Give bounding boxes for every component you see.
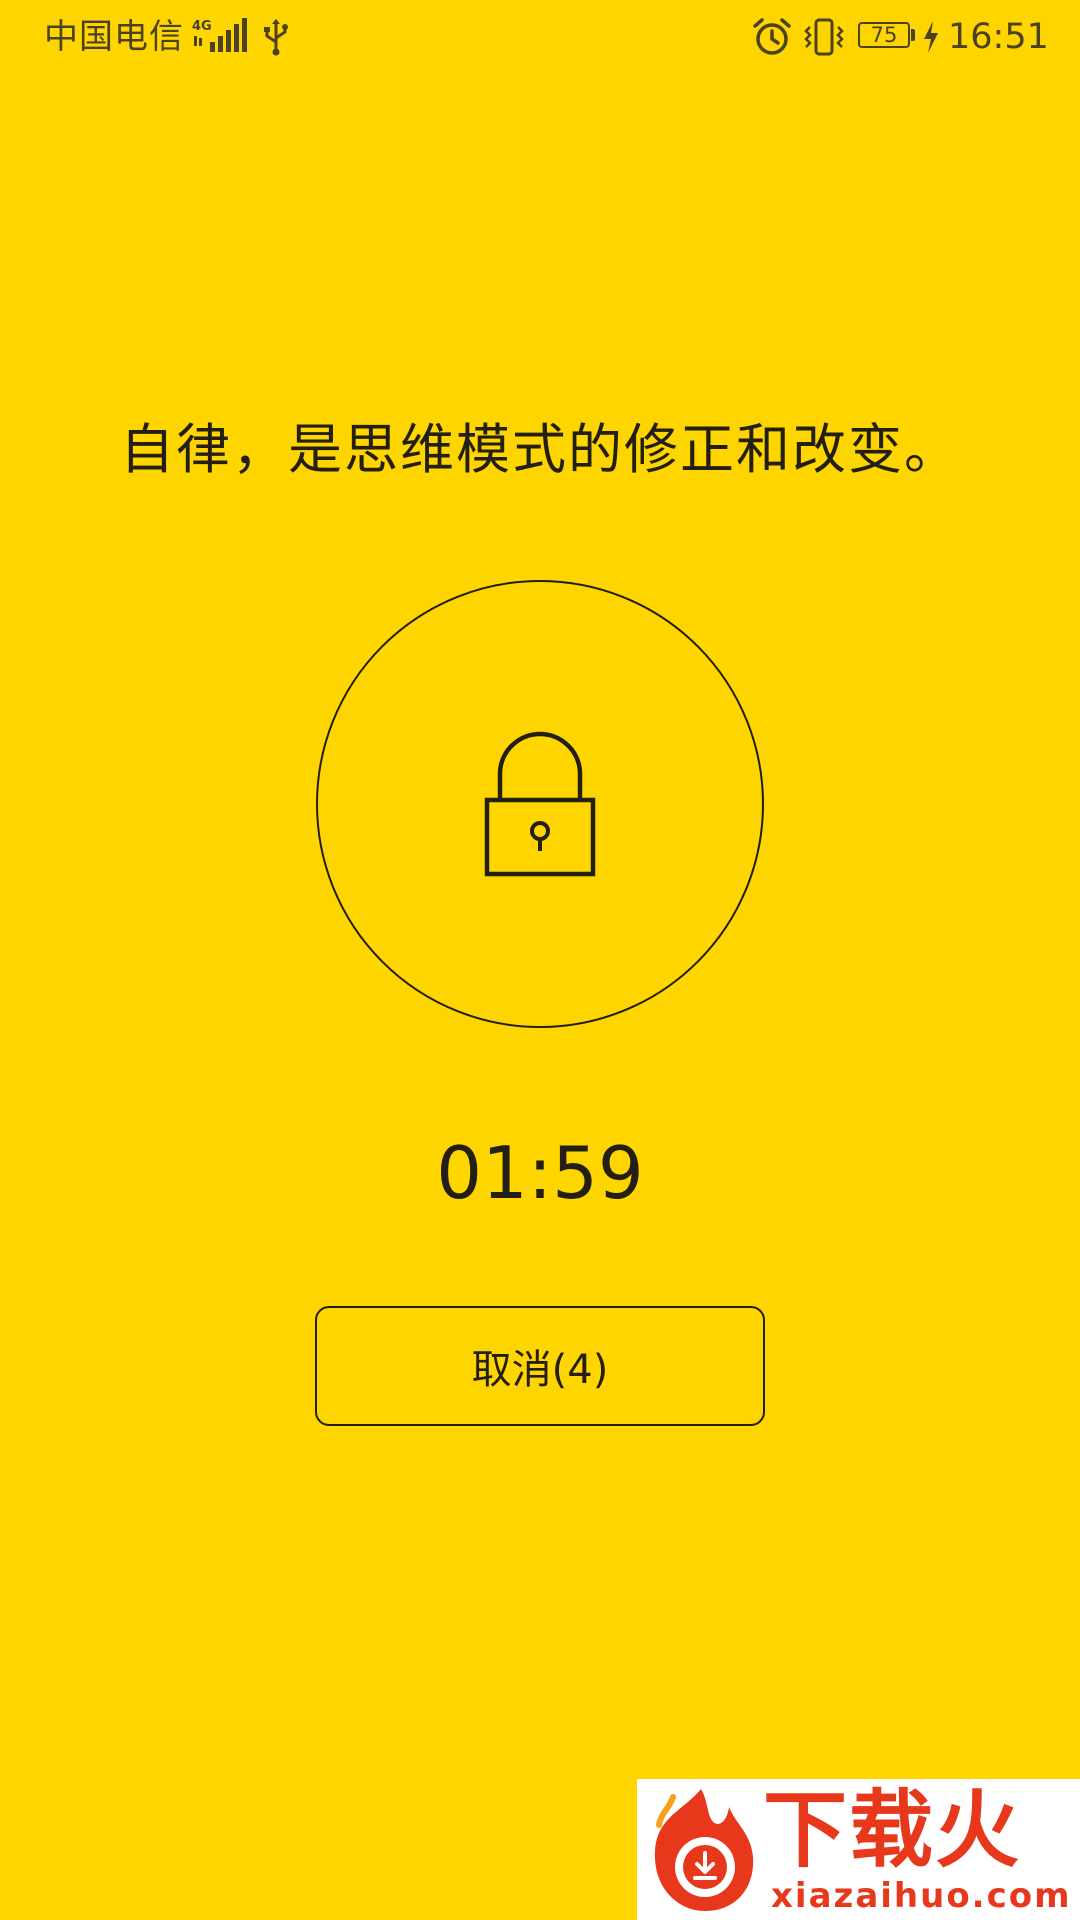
- flame-logo-icon: [654, 1789, 754, 1911]
- vibrate-icon: [804, 18, 844, 56]
- watermark-logo: 下载火 xiazaihuo.com: [637, 1779, 1080, 1920]
- carrier-name: 中国电信: [44, 17, 184, 57]
- countdown-timer: 01:59: [436, 1131, 644, 1215]
- alarm-icon: [753, 18, 791, 55]
- battery-icon: 75: [858, 22, 916, 50]
- usb-icon: [264, 19, 288, 56]
- charging-icon: [924, 21, 938, 53]
- lock-icon: [484, 731, 596, 877]
- watermark-name: 下载火: [763, 1781, 1022, 1879]
- cancel-button-label: 取消(4): [471, 1347, 609, 1393]
- battery-nub: [911, 29, 915, 41]
- signal-icon: 4G: [192, 18, 247, 52]
- status-clock: 16:51: [948, 17, 1049, 57]
- cancel-button[interactable]: 取消(4): [315, 1306, 765, 1426]
- battery-level: 75: [870, 23, 898, 47]
- status-bar: 中国电信 4G 75 16:51: [0, 0, 1080, 76]
- network-type-label: 4G: [192, 19, 212, 34]
- watermark-url: xiazaihuo.com: [771, 1876, 1072, 1916]
- motivational-quote: 自律，是思维模式的修正和改变。: [120, 418, 960, 481]
